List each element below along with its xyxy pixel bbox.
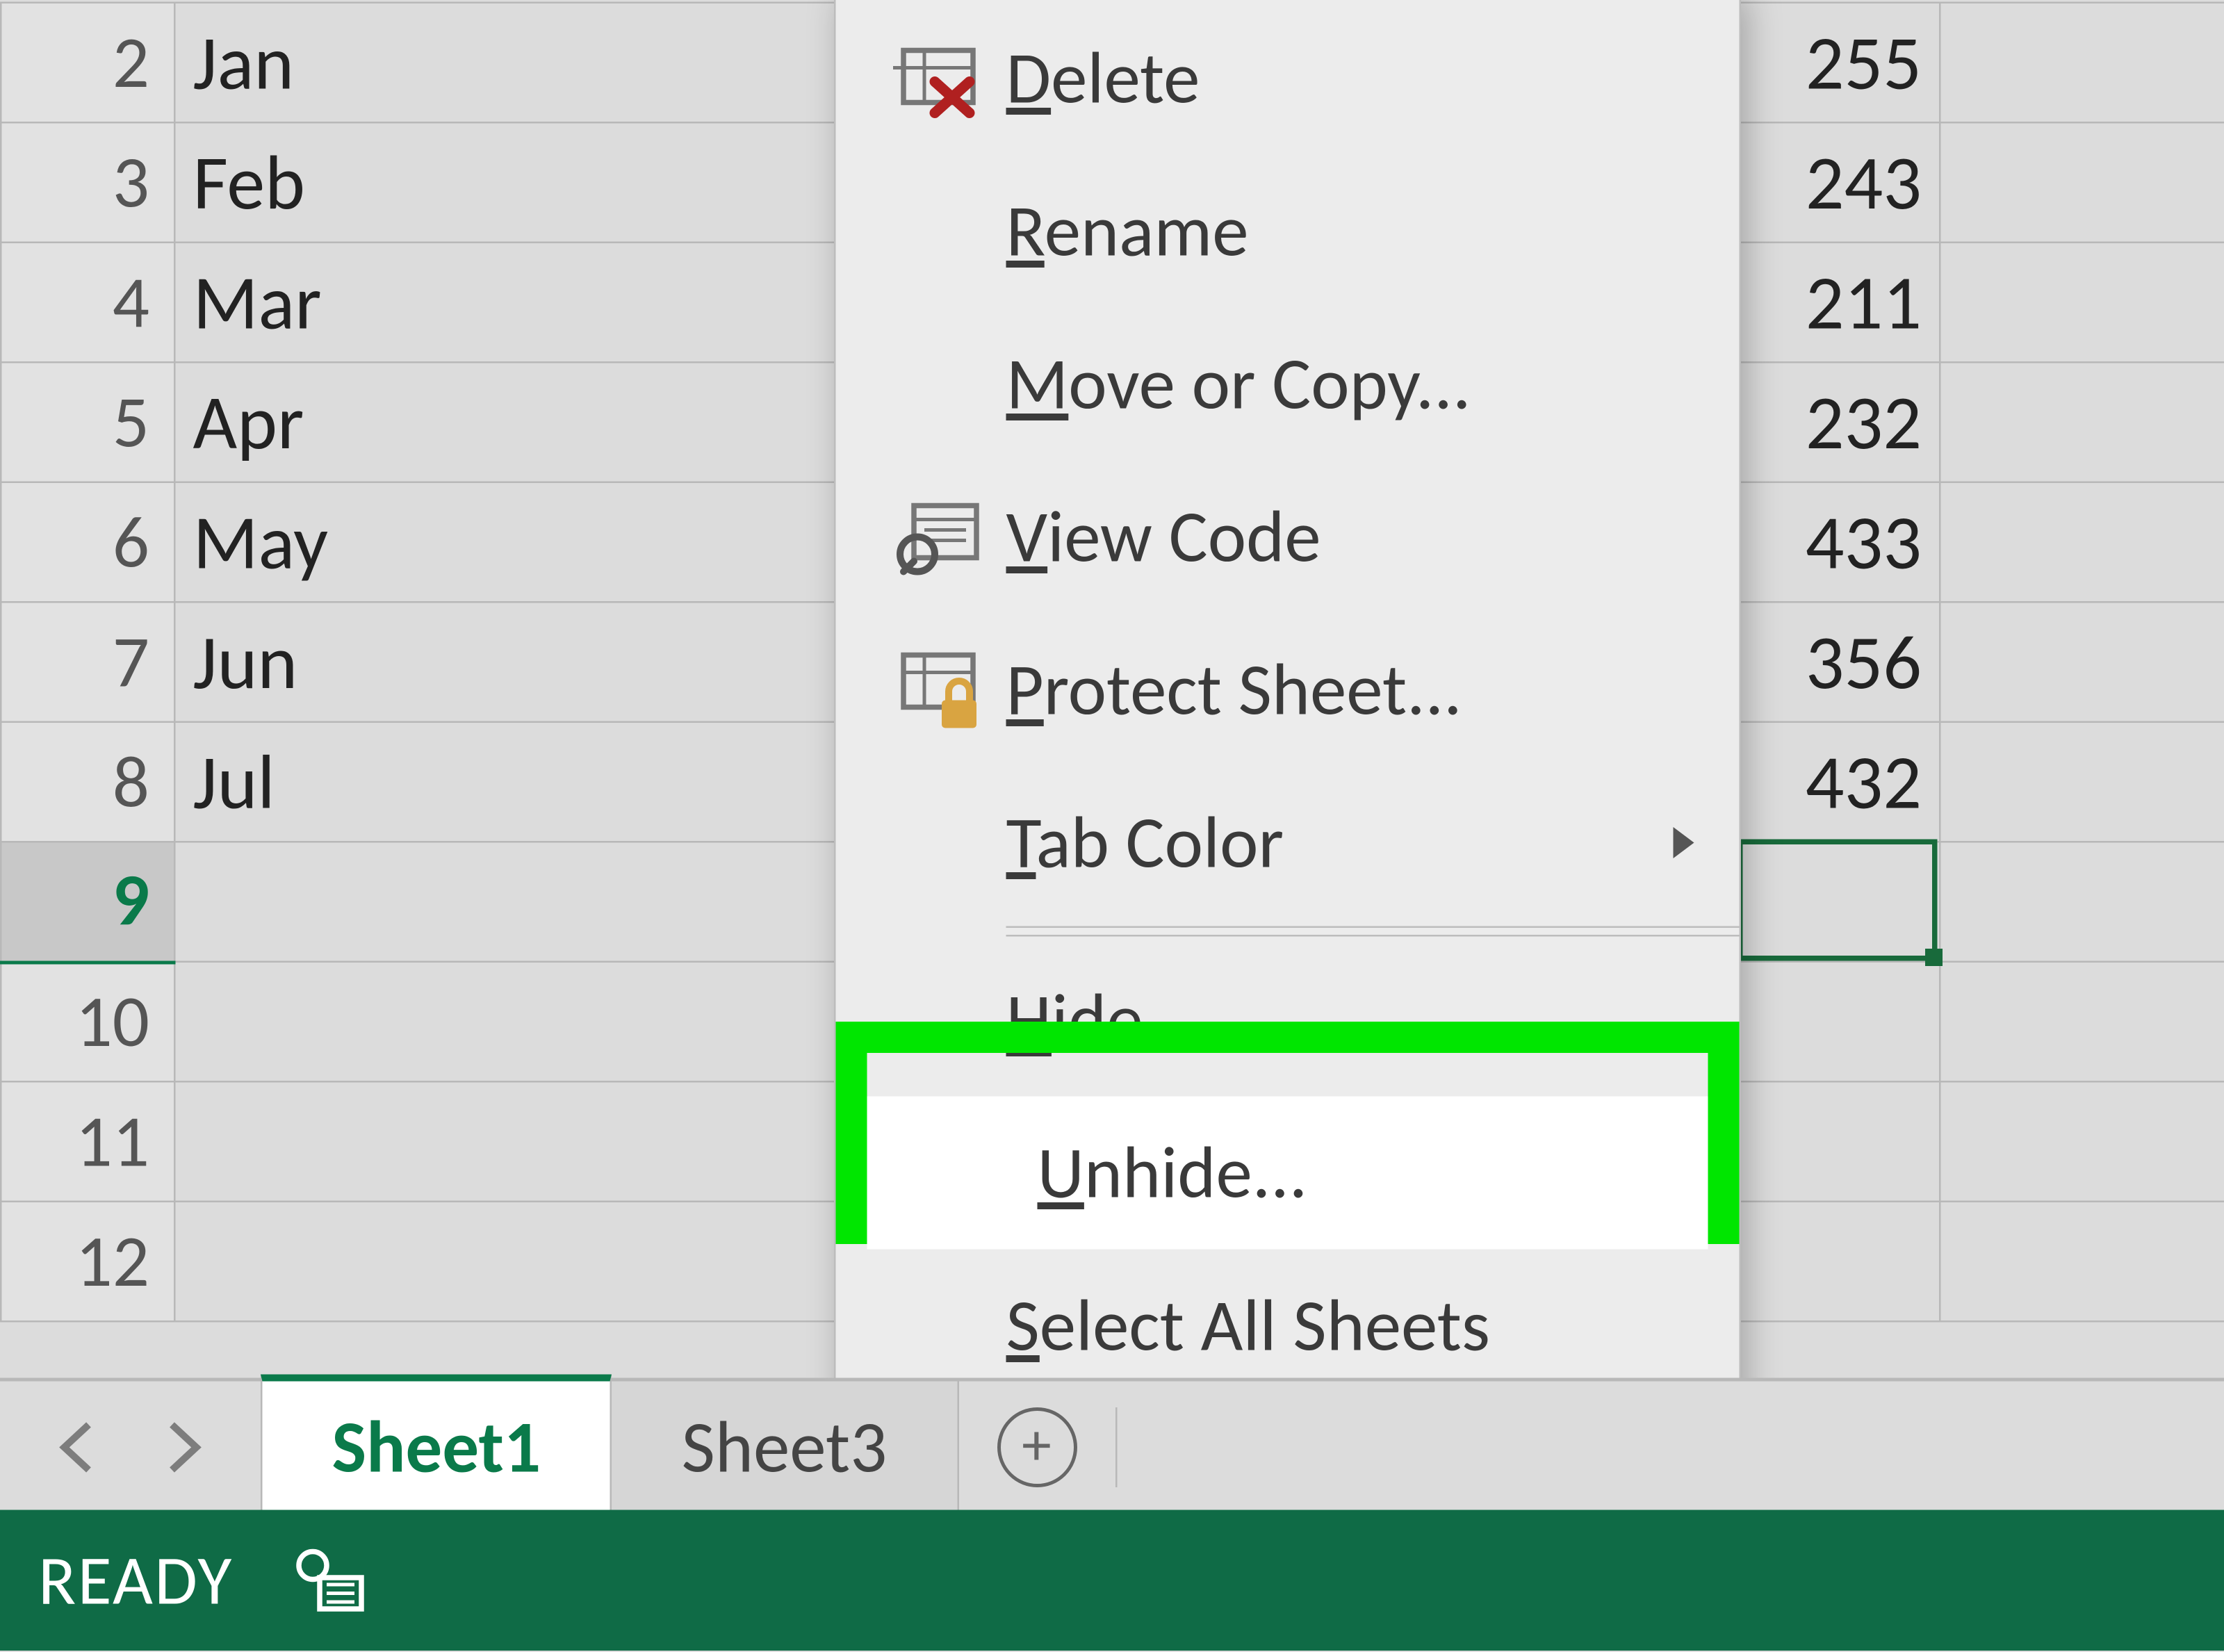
- row-header[interactable]: 2: [1, 3, 174, 123]
- menu-item-label: Unhide...: [1038, 1129, 1667, 1218]
- protect-icon: [871, 648, 1006, 732]
- sheet-tab-sheet1[interactable]: Sheet1: [261, 1375, 612, 1514]
- cell[interactable]: Apr: [174, 362, 852, 482]
- cell[interactable]: Feb: [174, 122, 852, 243]
- cell[interactable]: 243: [1738, 122, 1940, 243]
- menu-item-delete[interactable]: Delete: [836, 2, 1740, 155]
- cell[interactable]: 356: [1738, 602, 1940, 722]
- macro-record-icon[interactable]: [293, 1546, 369, 1615]
- cell[interactable]: Jan: [174, 3, 852, 123]
- plus-icon: +: [997, 1407, 1077, 1487]
- menu-item-label: Rename: [1006, 187, 1698, 276]
- row-header[interactable]: 5: [1, 362, 174, 482]
- submenu-arrow-icon: [1674, 827, 1694, 858]
- cell[interactable]: [1940, 722, 2224, 842]
- row-header[interactable]: 4: [1, 243, 174, 363]
- cell[interactable]: 432: [1738, 722, 1940, 842]
- menu-item-unhide[interactable]: Unhide...: [867, 1097, 1708, 1250]
- tab-nav: [0, 1421, 261, 1473]
- cell[interactable]: [1940, 122, 2224, 243]
- cell[interactable]: [1940, 962, 2224, 1082]
- cell[interactable]: 211: [1738, 243, 1940, 363]
- row-header[interactable]: 9: [1, 842, 174, 962]
- cell[interactable]: 433: [1738, 482, 1940, 603]
- cell[interactable]: [174, 1202, 852, 1322]
- menu-item-tabcolor[interactable]: Tab Color: [836, 767, 1740, 919]
- row-header[interactable]: 12: [1, 1202, 174, 1322]
- menu-item-label: Protect Sheet...: [1006, 646, 1698, 735]
- menu-item-label: View Code: [1006, 493, 1698, 582]
- cell[interactable]: [1738, 962, 1940, 1082]
- row-header[interactable]: 7: [1, 602, 174, 722]
- cell[interactable]: May: [174, 482, 852, 603]
- delete-icon: [871, 37, 1006, 120]
- menu-separator: [1006, 926, 1740, 929]
- cell[interactable]: [1940, 602, 2224, 722]
- sheet-context-menu: Delete Rename Move or Copy... View Code Prot…: [834, 0, 1741, 1421]
- row-header[interactable]: 3: [1, 122, 174, 243]
- cell[interactable]: 232: [1738, 362, 1940, 482]
- cell[interactable]: [1738, 842, 1940, 962]
- sheet-tab-strip: Sheet1Sheet3 +: [0, 1378, 2224, 1514]
- menu-item-label: Delete: [1006, 34, 1698, 123]
- menu-item-label: Select All Sheets: [1006, 1282, 1698, 1371]
- cell[interactable]: [1940, 482, 2224, 603]
- row-header[interactable]: 10: [1, 962, 174, 1082]
- row-header[interactable]: 8: [1, 722, 174, 842]
- cell[interactable]: Jul: [174, 722, 852, 842]
- cell[interactable]: [1940, 3, 2224, 123]
- menu-item-move[interactable]: Move or Copy...: [836, 308, 1740, 461]
- status-bar: READY: [0, 1510, 2224, 1651]
- cell[interactable]: [1940, 1202, 2224, 1322]
- cell[interactable]: [174, 962, 852, 1082]
- menu-item-rename[interactable]: Rename: [836, 155, 1740, 308]
- menu-item-protect[interactable]: Protect Sheet...: [836, 614, 1740, 767]
- cell[interactable]: [1940, 362, 2224, 482]
- cell[interactable]: Jun: [174, 602, 852, 722]
- new-sheet-button[interactable]: +: [958, 1407, 1117, 1487]
- cell[interactable]: Mar: [174, 243, 852, 363]
- cell[interactable]: [1940, 1081, 2224, 1202]
- cell[interactable]: [1738, 1081, 1940, 1202]
- cell[interactable]: [1738, 1202, 1940, 1322]
- row-header[interactable]: 11: [1, 1081, 174, 1202]
- view-code-icon: [871, 496, 1006, 579]
- cell[interactable]: [174, 1081, 852, 1202]
- cell[interactable]: [1940, 243, 2224, 363]
- menu-item-label: Move or Copy...: [1006, 340, 1698, 429]
- row-header[interactable]: 6: [1, 482, 174, 603]
- cell[interactable]: [174, 842, 852, 962]
- cell[interactable]: [1940, 842, 2224, 962]
- cell[interactable]: 255: [1738, 3, 1940, 123]
- status-text: READY: [38, 1538, 234, 1624]
- menu-separator: [1006, 935, 1740, 937]
- tab-nav-next-icon[interactable]: [165, 1421, 204, 1473]
- menu-item-label: Tab Color: [1006, 799, 1698, 888]
- menu-item-hide[interactable]: Hide: [836, 944, 1740, 1097]
- sheet-tab-sheet3[interactable]: Sheet3: [612, 1382, 958, 1514]
- tab-nav-prev-icon[interactable]: [58, 1421, 96, 1473]
- menu-item-viewcode[interactable]: View Code: [836, 461, 1740, 614]
- menu-item-label: Hide: [1006, 976, 1698, 1065]
